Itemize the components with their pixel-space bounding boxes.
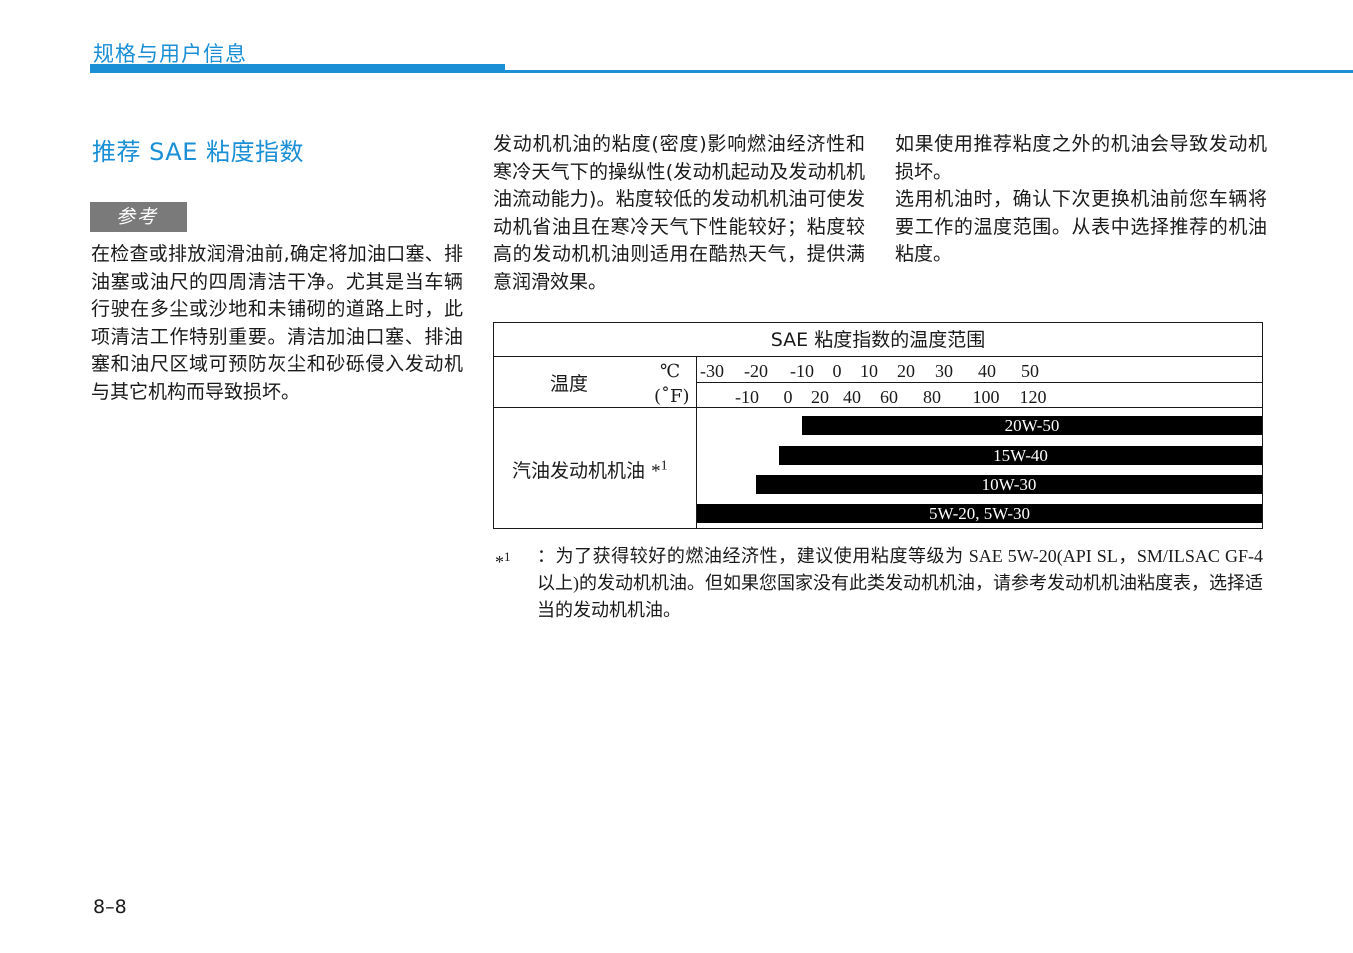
footnote-text: ：为了获得较好的燃油经济性，建议使用粘度等级为 SAE 5W-20(API SL…: [537, 546, 1263, 620]
page-number: 8–8: [93, 896, 127, 918]
table-divider: [696, 382, 1263, 383]
header-rule-accent: [90, 64, 505, 73]
celsius-tick: 10: [860, 361, 878, 381]
fahrenheit-tick: 20: [811, 387, 829, 407]
viscosity-bar: 5W-20, 5W-30: [697, 504, 1262, 523]
viscosity-bar: 15W-40: [779, 446, 1262, 465]
fahrenheit-tick: 60: [880, 387, 898, 407]
viscosity-bar: 10W-30: [756, 475, 1262, 494]
table-title: SAE 粘度指数的温度范围: [494, 323, 1262, 357]
celsius-tick: 0: [832, 361, 842, 381]
body-text-right: 如果使用推荐粘度之外的机油会导致发动机损坏。 选用机油时，确认下次更换机油前您车…: [895, 133, 1267, 265]
celsius-tick: -10: [790, 361, 814, 381]
fahrenheit-tick: 0: [783, 387, 793, 407]
fahrenheit-tick: 120: [1019, 387, 1047, 407]
table-divider: [494, 407, 1262, 408]
footnote: *1 ：为了获得较好的燃油经济性，建议使用粘度等级为 SAE 5W-20(API…: [495, 543, 1263, 624]
temperature-label: 温度: [550, 373, 589, 395]
celsius-tick: 40: [978, 361, 996, 381]
viscosity-table: SAE 粘度指数的温度范围 温度 ℃ (˚F) -30 -20 -10 0 10 20 30…: [493, 322, 1263, 529]
celsius-unit: ℃: [660, 361, 681, 382]
note-text: 在检查或排放润滑油前,确定将加油口塞、排油塞或油尺的四周清洁干净。尤其是当车辆行…: [91, 243, 463, 403]
celsius-tick: -20: [744, 361, 768, 381]
celsius-tick: 50: [1021, 361, 1039, 381]
fahrenheit-tick: 80: [923, 387, 941, 407]
body-text-middle: 发动机机油的粘度(密度)影响燃油经济性和寒冷天气下的操纵性(发动机起动及发动机机…: [493, 133, 865, 293]
celsius-tick: -30: [700, 361, 724, 381]
fahrenheit-unit: (˚F): [654, 386, 690, 407]
page-heading: 推荐 SAE 粘度指数: [92, 138, 305, 166]
oil-footnote-number: 1: [660, 458, 668, 474]
note-badge: 参考: [90, 202, 187, 232]
celsius-tick: 30: [935, 361, 953, 381]
fahrenheit-tick: -10: [735, 387, 759, 407]
celsius-tick: 20: [897, 361, 915, 381]
oil-type-label: 汽油发动机机油 *1: [512, 456, 668, 483]
fahrenheit-tick: 100: [972, 387, 1000, 407]
header-rule: [505, 70, 1353, 73]
oil-footnote-mark: *: [651, 461, 661, 482]
fahrenheit-tick: 40: [843, 387, 861, 407]
footnote-mark: *1: [495, 549, 511, 572]
viscosity-bar: 20W-50: [802, 416, 1262, 435]
oil-type-text: 汽油发动机机油: [512, 460, 646, 482]
